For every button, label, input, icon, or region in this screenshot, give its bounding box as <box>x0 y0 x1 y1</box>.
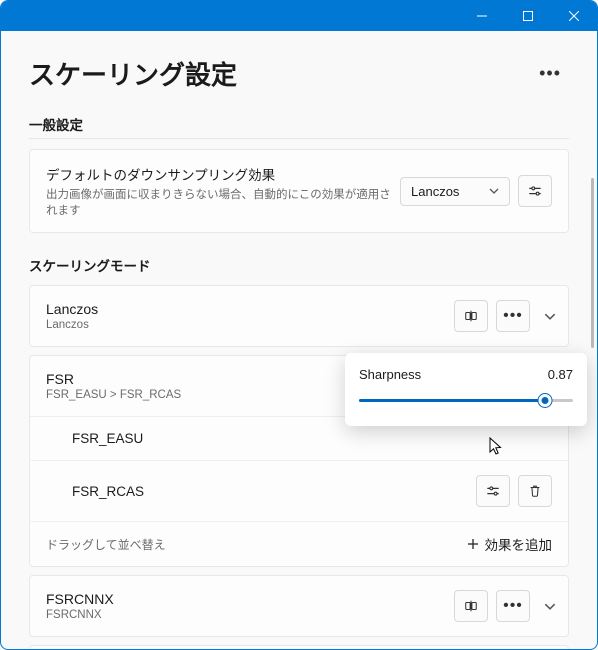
sharpness-value: 0.87 <box>548 367 573 382</box>
mode-chain: FSRCNNX <box>46 609 114 621</box>
mode-name: FSRCNNX <box>46 591 114 607</box>
mode-rename-button[interactable] <box>454 590 488 622</box>
maximize-button[interactable] <box>505 1 551 31</box>
sharpness-popover: Sharpness 0.87 <box>345 353 587 426</box>
minimize-button[interactable] <box>459 1 505 31</box>
chevron-down-icon <box>544 313 546 320</box>
default-downsample-title: デフォルトのダウンサンプリング効果 <box>46 164 400 184</box>
mode-chain: FSR_EASU > FSR_RCAS <box>46 389 181 401</box>
page-title: スケーリング設定 <box>29 55 237 92</box>
effect-row[interactable]: FSR_RCAS <box>30 461 568 522</box>
sharpness-label: Sharpness <box>359 367 421 382</box>
default-downsample-select[interactable]: Lanczos <box>400 177 510 206</box>
effect-delete-button[interactable] <box>518 475 552 507</box>
slider-thumb[interactable] <box>539 394 552 407</box>
effect-settings-button[interactable] <box>476 475 510 507</box>
default-downsample-selected: Lanczos <box>411 184 459 199</box>
mode-expand-toggle[interactable] <box>538 603 552 610</box>
rename-icon <box>464 309 478 323</box>
mode-more-button[interactable]: ••• <box>496 590 530 622</box>
sliders-icon <box>528 184 542 198</box>
mode-item-acnet: ACNet ACNet ••• <box>29 645 569 649</box>
mode-header[interactable]: Lanczos Lanczos ••• <box>30 286 568 346</box>
drag-hint: ドラッグして並べ替え <box>46 536 166 553</box>
page-header: スケーリング設定 ••• <box>1 31 597 98</box>
plus-icon <box>467 538 479 550</box>
mode-expand-toggle[interactable] <box>538 313 552 320</box>
mode-name: Lanczos <box>46 301 98 317</box>
mode-header[interactable]: ACNet ACNet ••• <box>30 646 568 649</box>
chevron-down-icon <box>544 603 546 610</box>
mode-item-fsrcnnx: FSRCNNX FSRCNNX ••• <box>29 575 569 637</box>
effect-name: FSR_RCAS <box>72 484 144 499</box>
slider-fill <box>359 399 545 402</box>
sliders-icon <box>486 484 500 498</box>
default-downsample-card: デフォルトのダウンサンプリング効果 出力画像が画面に収まりきらない場合、自動的に… <box>29 149 569 233</box>
default-downsample-settings-button[interactable] <box>518 175 552 207</box>
general-section-label: 一般設定 <box>29 114 569 139</box>
mode-chain: Lanczos <box>46 319 98 331</box>
close-button[interactable] <box>551 1 597 31</box>
scrollbar-thumb[interactable] <box>591 178 594 348</box>
chevron-down-icon <box>489 188 499 194</box>
add-effect-button[interactable]: 効果を追加 <box>467 534 553 554</box>
titlebar <box>1 1 597 31</box>
sharpness-slider[interactable] <box>359 392 573 408</box>
add-effect-label: 効果を追加 <box>485 534 553 554</box>
effect-list: FSR_EASU FSR_RCAS <box>30 416 568 566</box>
modes-section-label: スケーリングモード <box>29 255 569 275</box>
effect-name: FSR_EASU <box>72 431 143 446</box>
header-more-button[interactable]: ••• <box>531 59 569 88</box>
mode-rename-button[interactable] <box>454 300 488 332</box>
mode-name: FSR <box>46 371 181 387</box>
default-downsample-subtitle: 出力画像が画面に収まりきらない場合、自動的にこの効果が適用されます <box>46 186 400 218</box>
mode-header[interactable]: FSRCNNX FSRCNNX ••• <box>30 576 568 636</box>
more-icon: ••• <box>503 307 523 325</box>
rename-icon <box>464 599 478 613</box>
mode-item-lanczos: Lanczos Lanczos ••• <box>29 285 569 347</box>
more-icon: ••• <box>503 597 523 615</box>
trash-icon <box>528 484 542 498</box>
mode-more-button[interactable]: ••• <box>496 300 530 332</box>
app-window: スケーリング設定 ••• 一般設定 デフォルトのダウンサンプリング効果 出力画像… <box>0 0 598 650</box>
mode-footer: ドラッグして並べ替え 効果を追加 <box>30 522 568 566</box>
